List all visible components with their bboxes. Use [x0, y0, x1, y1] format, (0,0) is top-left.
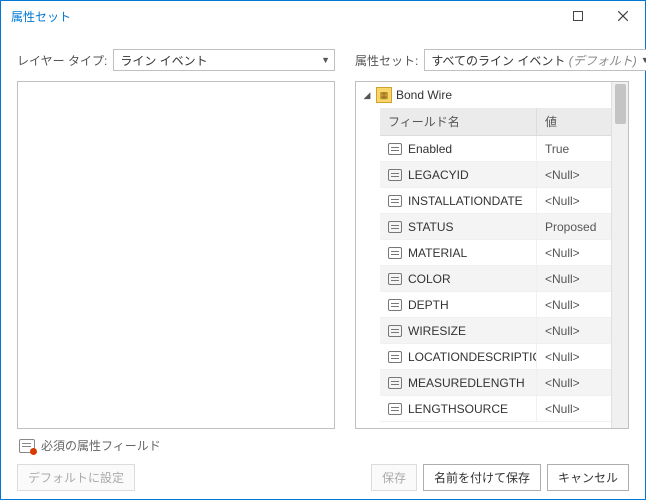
layer-icon: ▦	[376, 87, 392, 103]
table-row-value[interactable]: <Null>	[536, 318, 611, 344]
required-field-icon	[19, 439, 35, 453]
field-icon	[388, 143, 402, 155]
scroll-thumb[interactable]	[615, 84, 626, 124]
field-icon	[388, 403, 402, 415]
set-default-button: デフォルトに設定	[17, 464, 135, 491]
table-row-value[interactable]: <Null>	[536, 396, 611, 422]
save-button: 保存	[371, 464, 417, 491]
attribute-grid: フィールド名 値 Enabled True LEGACYID <Null> INSTAL…	[380, 108, 611, 422]
table-row-value[interactable]: <Null>	[536, 370, 611, 396]
field-icon	[388, 169, 402, 181]
field-name: STATUS	[408, 220, 454, 234]
table-row-field[interactable]: WIRESIZE	[380, 318, 536, 344]
table-row-value[interactable]: <Null>	[536, 240, 611, 266]
table-row-value[interactable]: <Null>	[536, 162, 611, 188]
field-name: INSTALLATIONDATE	[408, 194, 523, 208]
table-row-field[interactable]: COLOR	[380, 266, 536, 292]
table-row-value[interactable]: <Null>	[536, 188, 611, 214]
attribute-set-default: (デフォルト)	[569, 54, 637, 68]
table-row-value[interactable]: Proposed	[536, 214, 611, 240]
field-icon	[388, 299, 402, 311]
maximize-button[interactable]	[555, 1, 600, 31]
table-row-field[interactable]: Enabled	[380, 136, 536, 162]
field-name: MATERIAL	[408, 246, 467, 260]
chevron-down-icon: ▼	[321, 55, 330, 65]
layer-type-value: ライン イベント	[120, 52, 317, 69]
legend-required-label: 必須の属性フィールド	[41, 437, 161, 454]
save-as-button[interactable]: 名前を付けて保存	[423, 464, 541, 491]
field-icon	[388, 273, 402, 285]
tree-root-label: Bond Wire	[396, 88, 452, 102]
table-row-field[interactable]: LOCATIONDESCRIPTION	[380, 344, 536, 370]
attribute-set-label: 属性セット:	[355, 52, 418, 69]
table-row-value[interactable]: <Null>	[536, 344, 611, 370]
layer-type-label: レイヤー タイプ:	[17, 52, 107, 69]
table-row-value[interactable]: <Null>	[536, 266, 611, 292]
field-name: DEPTH	[408, 298, 449, 312]
table-row-value[interactable]: <Null>	[536, 292, 611, 318]
field-icon	[388, 247, 402, 259]
table-row-field[interactable]: MATERIAL	[380, 240, 536, 266]
field-name: MEASUREDLENGTH	[408, 376, 525, 390]
field-name: COLOR	[408, 272, 451, 286]
window-title: 属性セット	[11, 8, 555, 25]
legend-required: 必須の属性フィールド	[19, 437, 629, 454]
field-name: LEGACYID	[408, 168, 469, 182]
table-row-field[interactable]: STATUS	[380, 214, 536, 240]
field-name: WIRESIZE	[408, 324, 466, 338]
table-row-field[interactable]: LEGACYID	[380, 162, 536, 188]
field-icon	[388, 221, 402, 233]
collapse-icon[interactable]: ◢	[362, 90, 372, 101]
left-panel	[17, 81, 335, 429]
right-panel: ◢ ▦ Bond Wire フィールド名 値 Enabled True LEGACY…	[355, 81, 629, 429]
field-name: LOCATIONDESCRIPTION	[408, 350, 536, 364]
chevron-down-icon: ▼	[641, 55, 646, 65]
scrollbar-vertical[interactable]	[611, 82, 628, 428]
layer-type-dropdown[interactable]: ライン イベント ▼	[113, 49, 335, 71]
titlebar: 属性セット	[1, 1, 645, 31]
table-row-field[interactable]: DEPTH	[380, 292, 536, 318]
field-icon	[388, 351, 402, 363]
field-icon	[388, 377, 402, 389]
field-name: LENGTHSOURCE	[408, 402, 508, 416]
dialog-window: 属性セット レイヤー タイプ: ライン イベント ▼ 属性セット: すべてのライ…	[0, 0, 646, 500]
column-header-field[interactable]: フィールド名	[380, 108, 536, 136]
tree-root-row[interactable]: ◢ ▦ Bond Wire	[356, 82, 611, 108]
field-icon	[388, 195, 402, 207]
column-header-value[interactable]: 値	[536, 108, 611, 136]
close-button[interactable]	[600, 1, 645, 31]
table-row-value[interactable]: True	[536, 136, 611, 162]
attribute-set-value: すべてのライン イベント	[431, 54, 565, 68]
attribute-set-dropdown[interactable]: すべてのライン イベント (デフォルト) ▼	[424, 49, 646, 71]
table-row-field[interactable]: MEASUREDLENGTH	[380, 370, 536, 396]
field-name: Enabled	[408, 142, 452, 156]
table-row-field[interactable]: LENGTHSOURCE	[380, 396, 536, 422]
field-icon	[388, 325, 402, 337]
cancel-button[interactable]: キャンセル	[547, 464, 629, 491]
table-row-field[interactable]: INSTALLATIONDATE	[380, 188, 536, 214]
